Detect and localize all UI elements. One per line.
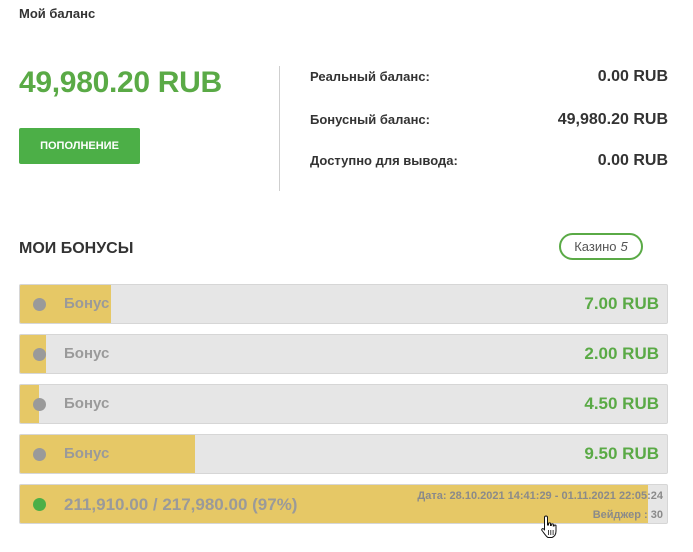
bonus-item[interactable]: Бонус 9.50 RUB [19,434,668,474]
bonus-balance-row: Бонусный баланс: 49,980.20 RUB [310,111,668,129]
bonus-balance-label: Бонусный баланс: [310,112,430,127]
active-bonus-item[interactable]: 211,910.00 / 217,980.00 (97%) Дата: 28.1… [19,484,668,524]
real-balance-label: Реальный баланс: [310,69,430,84]
page-title: Мой баланс [19,6,96,21]
bonus-balance-value: 49,980.20 RUB [557,111,668,128]
casino-filter-count: 5 [620,239,628,254]
bonus-amount: 4.50 RUB [584,394,659,413]
deposit-button[interactable]: ПОПОЛНЕНИЕ [19,128,140,164]
bonuses-title: МОИ БОНУСЫ [19,240,134,257]
status-dot-icon [33,348,46,361]
bonus-amount: 9.50 RUB [584,444,659,463]
hand-pointer-icon [541,515,557,538]
real-balance-value: 0.00 RUB [597,68,668,85]
bonus-name: Бонус [64,345,110,362]
status-dot-icon [33,448,46,461]
divider [279,66,280,191]
wager-multiplier: Вейджер : 30 [592,509,663,521]
bonus-amount: 7.00 RUB [584,294,659,313]
withdrawable-row: Доступно для вывода: 0.00 RUB [310,152,668,170]
total-balance: 49,980.20 RUB [19,66,222,99]
bonus-date-range: Дата: 28.10.2021 14:41:29 - 01.11.2021 2… [417,490,663,502]
bonus-name: Бонус [64,445,110,462]
casino-filter-label: Казино [574,239,617,254]
status-dot-icon [33,398,46,411]
wager-progress-text: 211,910.00 / 217,980.00 (97%) [64,495,298,514]
bonus-item[interactable]: Бонус 4.50 RUB [19,384,668,424]
active-status-dot-icon [33,498,46,511]
status-dot-icon [33,298,46,311]
withdrawable-label: Доступно для вывода: [310,153,458,168]
bonus-name: Бонус [64,295,110,312]
bonus-name: Бонус [64,395,110,412]
bonus-item[interactable]: Бонус 7.00 RUB [19,284,668,324]
real-balance-row: Реальный баланс: 0.00 RUB [310,68,668,86]
withdrawable-value: 0.00 RUB [597,152,668,169]
casino-filter-badge[interactable]: Казино 5 [559,233,643,260]
bonus-amount: 2.00 RUB [584,344,659,363]
bonus-item[interactable]: Бонус 2.00 RUB [19,334,668,374]
